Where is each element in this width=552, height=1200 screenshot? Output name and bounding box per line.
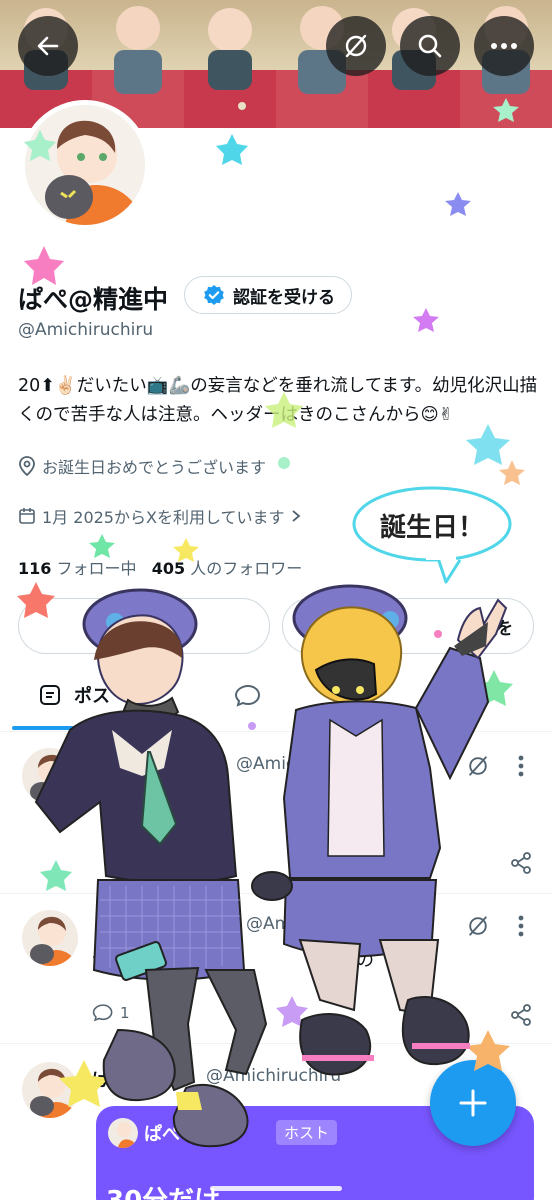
space-host-avatar [108,1118,138,1148]
post-handle: @Amichiru [246,914,339,934]
back-button[interactable] [18,16,78,76]
space-host-badge: ホスト [276,1120,338,1145]
post-avatar[interactable] [22,1062,78,1118]
calendar-icon [19,508,35,524]
avatar-illustration [30,754,78,804]
post-author-name: ぱぺ [92,1070,128,1091]
space-host-name: ぱぺ [144,1124,180,1145]
followers-label[interactable]: 人のフォロワー [190,559,302,578]
profile-bio: 20⬆✌🏻だいたい📺🦾の妄言などを垂れ流してます。幼児化沢山描くので苦手な人は注… [18,376,538,425]
post-avatar[interactable] [22,910,78,966]
profile-handle: @Amichiruchiru [18,320,154,340]
post-more-button[interactable] [510,750,532,782]
tab-replies[interactable] [234,682,262,714]
post-text: 音 [92,950,110,971]
profile-tabs: ポス [0,662,552,732]
joined-row: 1月 2025からXを利用しています [18,504,302,528]
post-text-tail: めるの [320,950,374,971]
following-label[interactable]: フォロー中 [57,559,137,578]
speech-bubble: 誕生日！ [352,486,512,584]
profile-avatar[interactable] [20,100,150,230]
share-icon [511,852,531,874]
chevron-right-icon[interactable] [290,509,302,523]
no-signal-icon [469,916,487,936]
following-count[interactable]: 116 [18,559,51,578]
avatar-illustration [30,916,78,966]
post-handle: @Amichi [236,754,311,774]
display-name: ぱぺ@精進中 [18,285,169,314]
reply-tab-icon [234,684,261,707]
plus-icon [459,1089,487,1117]
post-share-button[interactable] [508,1002,534,1028]
post-avatar[interactable] [22,748,78,804]
no-signal-icon [345,34,367,58]
post-mute-button[interactable] [462,750,494,782]
follow-stats: 116 フォロー中 405 人のフォロワー [18,555,302,579]
search-icon [418,34,442,58]
get-verified-button[interactable]: 認証を受ける [184,276,352,314]
followers-count[interactable]: 405 [152,559,185,578]
no-signal-icon [469,756,487,776]
more-vertical-icon [518,755,524,777]
post-more-button[interactable] [510,910,532,942]
post-handle: @Amichiruchiru [206,1066,342,1086]
tab-posts-label: ポス [74,686,110,707]
posts-tab-icon [40,685,60,705]
reply-count: 1 [120,1004,130,1022]
post-item[interactable]: @Amichiru 音 めるの 1 [0,894,552,1044]
post-share-button[interactable] [508,850,534,876]
reply-button[interactable]: 1 [92,1002,130,1024]
location-pin-icon [19,456,35,476]
birthday-row: お誕生日おめでとうございます [18,454,266,478]
avatar-illustration [30,1068,78,1118]
post-mute-button[interactable] [462,910,494,942]
profile-action-button[interactable]: ルを [282,598,534,654]
profile-action-label: ルを [479,618,513,639]
compose-button[interactable] [430,1060,516,1146]
header-tile [184,0,276,128]
space-title: 30分だけ [106,1180,220,1200]
share-icon [511,1004,531,1026]
more-button[interactable] [474,16,534,76]
tab-active-indicator [12,726,172,730]
post-item[interactable]: @Amichi [0,732,552,894]
tab-posts[interactable]: ポス [38,682,110,708]
speech-bubble-text: 誕生日！ [380,513,484,543]
home-indicator [210,1186,342,1191]
arrow-left-icon [37,36,59,56]
joined-text: 1月 2025からXを利用しています [42,508,285,527]
search-button[interactable] [400,16,460,76]
get-verified-label: 認証を受ける [233,287,335,308]
verified-badge-icon [204,285,224,305]
birthday-text: お誕生日おめでとうございます [42,458,267,477]
reply-icon [92,1004,113,1022]
mute-button[interactable] [326,16,386,76]
edit-profile-button[interactable] [18,598,270,654]
more-vertical-icon [518,915,524,937]
avatar-illustration [25,105,145,225]
more-horizontal-icon [491,43,517,49]
